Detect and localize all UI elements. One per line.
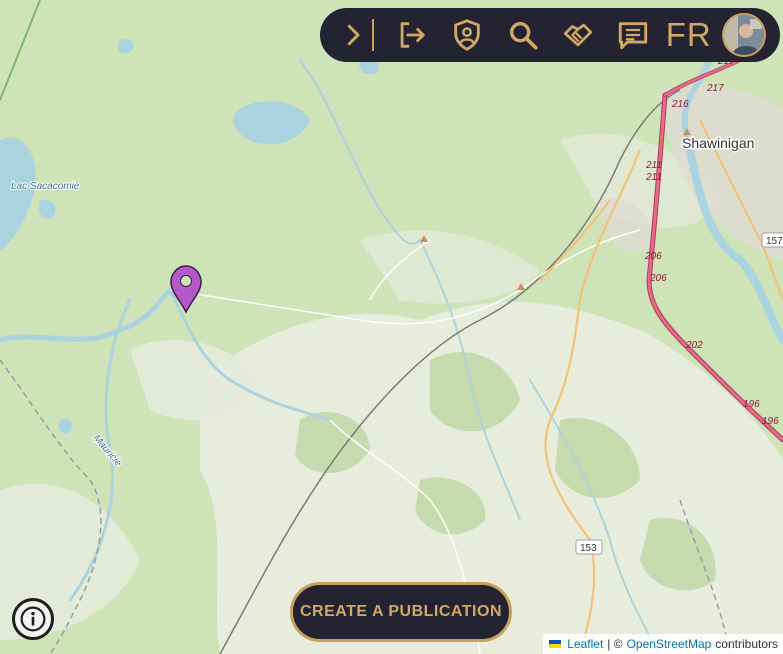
route-shield: 211 — [645, 160, 662, 171]
map-canvas[interactable]: 217 217 216 211 211 206 206 202 196 196 … — [0, 0, 783, 654]
shield-user-icon — [454, 19, 480, 51]
place-label-shawinigan: Shawinigan — [682, 135, 754, 151]
messages-button[interactable] — [606, 8, 661, 62]
search-icon — [509, 21, 538, 50]
info-button[interactable] — [12, 598, 54, 640]
profile-security-button[interactable] — [439, 8, 494, 62]
user-avatar[interactable] — [722, 13, 766, 57]
route-shield: 153 — [580, 543, 597, 554]
top-toolbar: FR — [320, 8, 780, 62]
attribution-contributors: contributors — [715, 637, 778, 651]
route-shield: 206 — [649, 273, 667, 284]
language-toggle[interactable]: FR — [661, 16, 716, 54]
toolbar-separator — [372, 19, 374, 51]
route-shield: 196 — [762, 416, 779, 427]
chat-icon — [619, 22, 648, 50]
route-shield: 206 — [644, 251, 662, 262]
route-shield: 211 — [645, 172, 662, 183]
logout-button[interactable] — [384, 8, 439, 62]
route-shield: 216 — [671, 99, 689, 110]
search-button[interactable] — [495, 8, 550, 62]
route-shield: 202 — [685, 340, 703, 351]
handshake-icon — [563, 23, 593, 47]
ukraine-flag-icon — [549, 640, 562, 648]
collapse-toolbar-button[interactable] — [338, 8, 368, 62]
map-attribution: Leaflet | © OpenStreetMap contributors — [543, 634, 783, 654]
leaflet-link[interactable]: Leaflet — [567, 637, 603, 651]
create-publication-button[interactable]: CREATE A PUBLICATION — [290, 582, 512, 642]
attribution-separator: | © — [607, 637, 623, 651]
partnerships-button[interactable] — [550, 8, 605, 62]
logout-icon — [400, 22, 425, 48]
route-shield: 217 — [706, 83, 724, 94]
info-icon — [20, 606, 46, 632]
place-label-lac-sacacomie: Lac Sacacomie — [11, 181, 80, 192]
route-shield: 157 — [766, 236, 783, 247]
chevron-right-icon — [347, 24, 360, 46]
route-shield: 196 — [743, 399, 760, 410]
openstreetmap-link[interactable]: OpenStreetMap — [627, 637, 712, 651]
